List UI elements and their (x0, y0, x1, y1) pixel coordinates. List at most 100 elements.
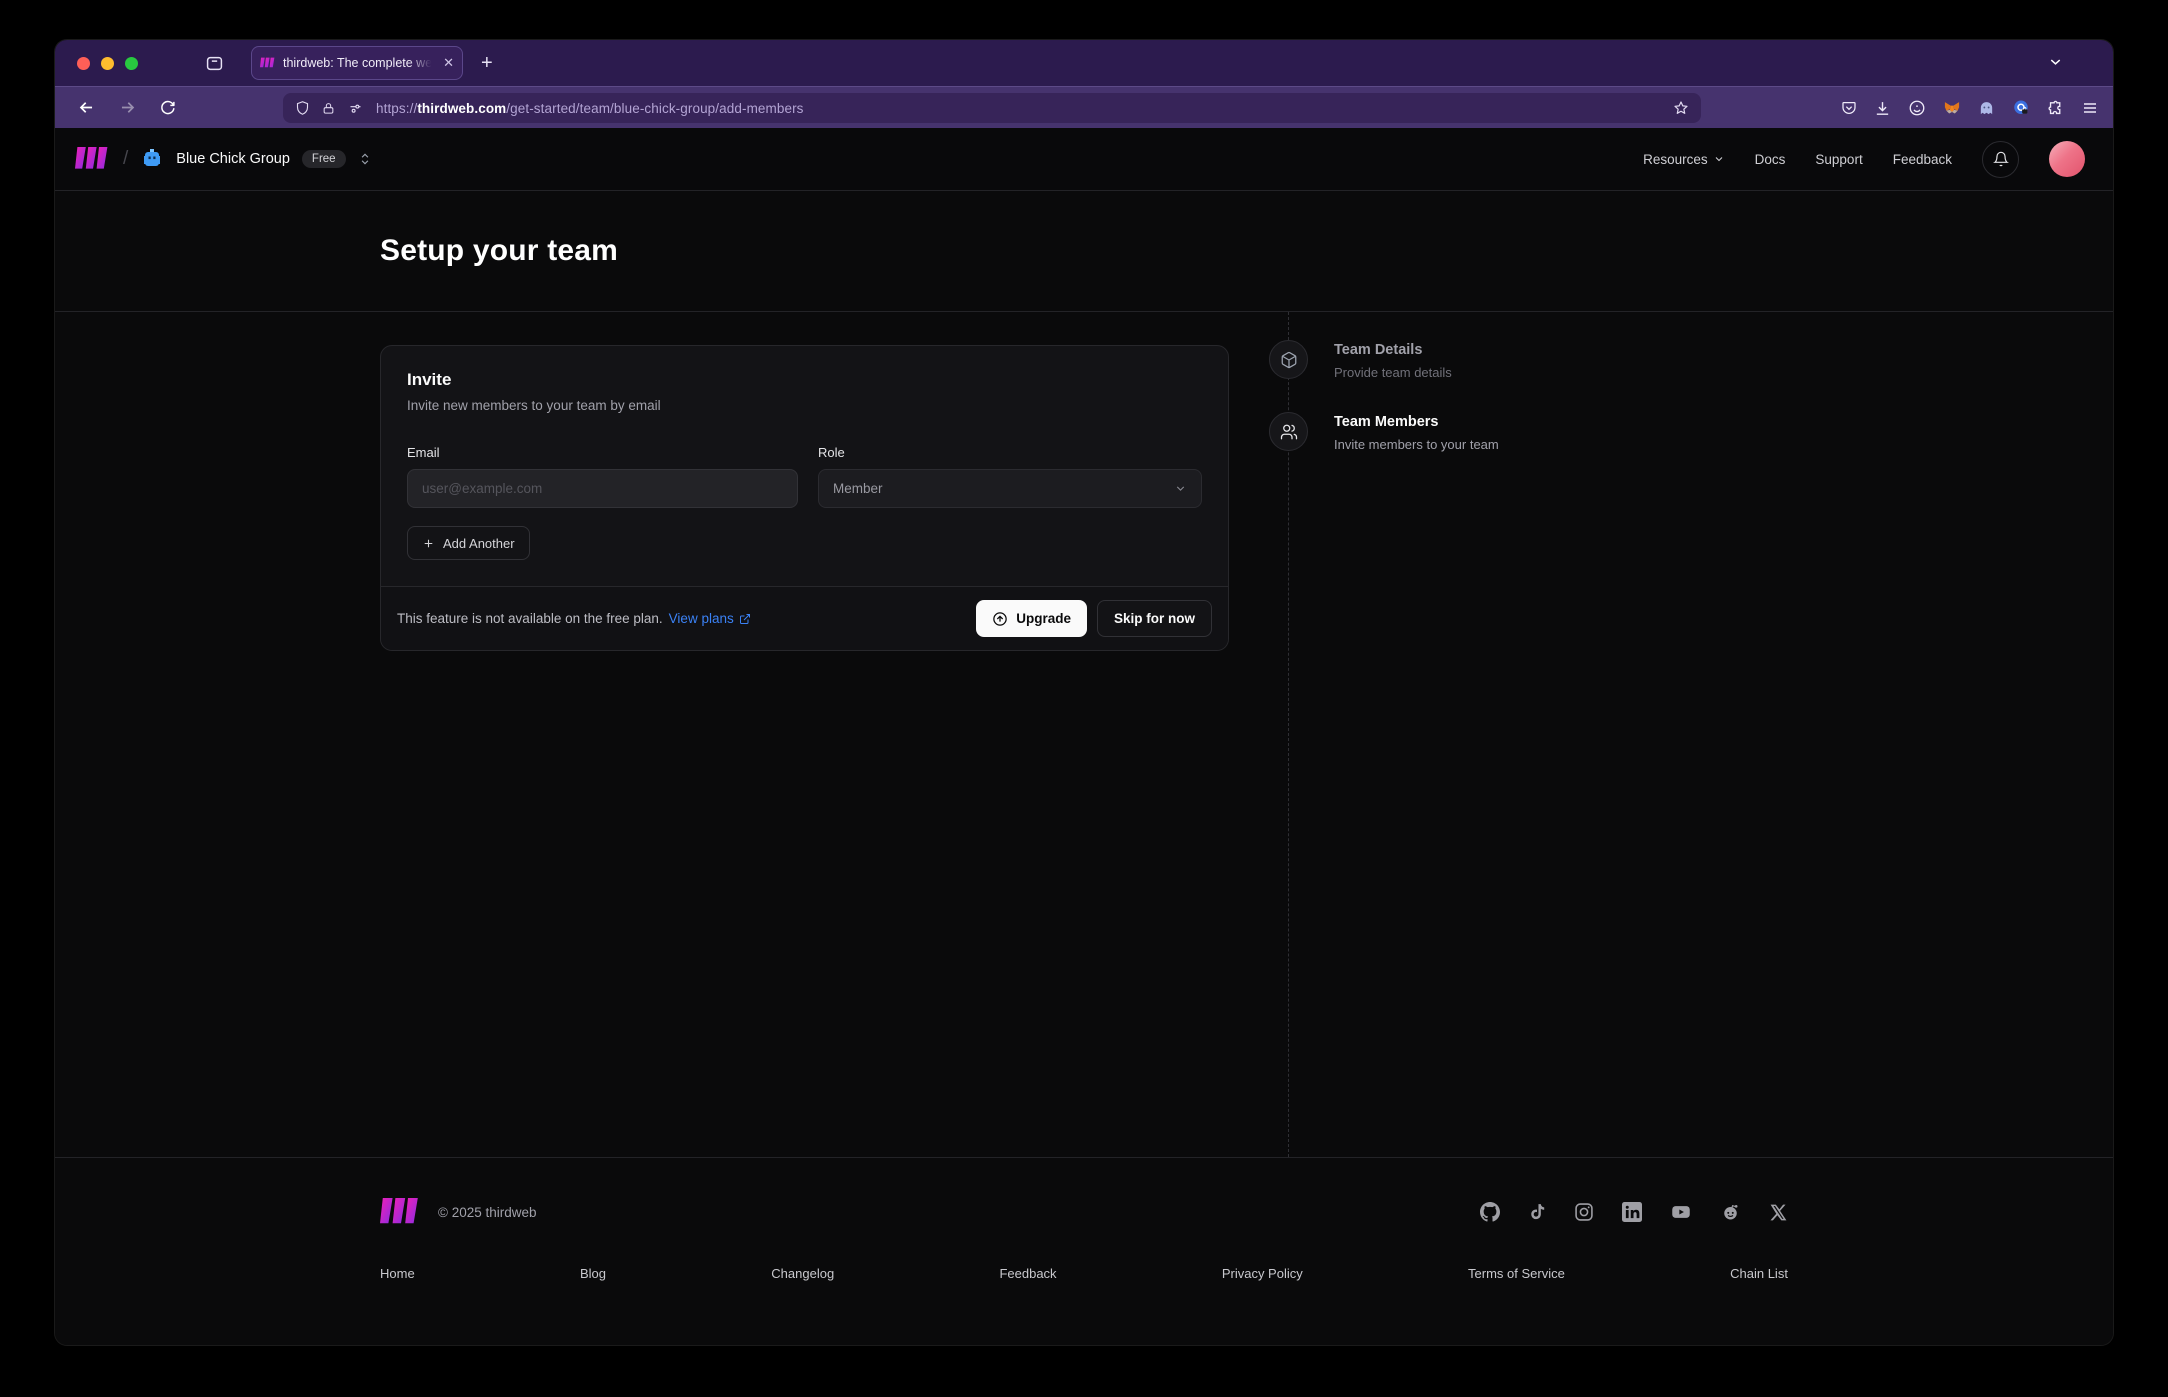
step1-desc: Provide team details (1334, 365, 1452, 380)
permissions-icon[interactable] (347, 101, 364, 116)
nav-docs[interactable]: Docs (1755, 152, 1786, 167)
footer-link-blog[interactable]: Blog (580, 1266, 606, 1281)
footer-link-home[interactable]: Home (380, 1266, 415, 1281)
role-select[interactable]: Member (817, 469, 1202, 508)
thirdweb-logo-icon[interactable] (75, 147, 111, 171)
forward-button[interactable] (118, 98, 137, 117)
invite-card-footer: This feature is not available on the fre… (381, 586, 1228, 650)
user-avatar[interactable] (2049, 141, 2085, 177)
page-title-section: Setup your team (55, 191, 2113, 312)
tiktok-icon[interactable] (1528, 1202, 1546, 1222)
nav-feedback[interactable]: Feedback (1893, 152, 1952, 167)
nav-resources[interactable]: Resources (1643, 152, 1725, 167)
copyright-text: © 2025 thirdweb (438, 1204, 537, 1220)
minimize-window-button[interactable] (101, 56, 114, 70)
thirdweb-favicon-icon (260, 57, 276, 69)
upgrade-label: Upgrade (1016, 611, 1071, 626)
cube-icon (1281, 351, 1296, 368)
site-footer: © 2025 thirdweb Home Blog Changelog Feed… (55, 1158, 2113, 1345)
circle-arrow-up-icon (993, 611, 1008, 626)
metamask-extension-icon[interactable] (1943, 100, 1961, 117)
bell-icon (1992, 151, 2009, 167)
browser-window: thirdweb: The complete web3 d ✕ + (55, 40, 2113, 1345)
chevron-down-icon (1715, 157, 1723, 162)
plan-note: This feature is not available on the fre… (397, 611, 663, 626)
upgrade-button[interactable]: Upgrade (976, 600, 1087, 637)
new-tab-button[interactable]: + (481, 52, 493, 75)
breadcrumb-separator: / (123, 148, 129, 169)
step1-title: Team Details (1334, 342, 1423, 358)
linkedin-icon[interactable] (1622, 1202, 1642, 1222)
browser-toolbar: https://thirdweb.com/get-started/team/bl… (55, 86, 2113, 128)
view-plans-label: View plans (668, 611, 734, 626)
team-avatar (140, 147, 164, 171)
maximize-window-button[interactable] (125, 56, 138, 70)
tab-title: thirdweb: The complete web3 d (283, 56, 437, 70)
wallet-extension-icon[interactable] (2012, 99, 2030, 117)
page-title: Setup your team (380, 234, 619, 267)
url-protocol: https:// (376, 100, 418, 116)
url-bar[interactable]: https://thirdweb.com/get-started/team/bl… (283, 93, 1701, 123)
notifications-button[interactable] (1982, 140, 2019, 178)
menu-hamburger-icon[interactable] (2081, 100, 2099, 116)
footer-link-chain-list[interactable]: Chain List (1730, 1266, 1788, 1281)
reddit-icon[interactable] (1720, 1202, 1741, 1222)
tab-overview-icon[interactable] (206, 55, 223, 72)
app-header: / Blue Chick Group Free Resources Docs S… (55, 128, 2113, 191)
step2-desc: Invite members to your team (1334, 437, 1499, 452)
url-path: /get-started/team/blue-chick-group/add-m… (506, 100, 804, 116)
footer-link-privacy-policy[interactable]: Privacy Policy (1222, 1266, 1303, 1281)
role-label: Role (817, 445, 845, 460)
tab-close-icon[interactable]: ✕ (443, 55, 454, 71)
browser-tab[interactable]: thirdweb: The complete web3 d ✕ (251, 46, 463, 80)
url-domain: thirdweb.com (417, 100, 507, 116)
traffic-lights (77, 56, 138, 70)
role-value: Member (832, 481, 883, 496)
close-window-button[interactable] (77, 56, 90, 70)
team-switcher-chevrons-icon[interactable] (358, 152, 372, 166)
back-button[interactable] (77, 98, 96, 117)
view-plans-link[interactable]: View plans (669, 611, 751, 626)
plan-badge: Free (301, 150, 346, 168)
downloads-icon[interactable] (1874, 100, 1891, 117)
thirdweb-footer-logo-icon[interactable] (380, 1198, 422, 1226)
list-all-tabs-icon[interactable] (2048, 54, 2063, 69)
plus-icon (424, 539, 433, 547)
extensions-puzzle-icon[interactable] (2047, 100, 2064, 117)
step-team-details: Team Details Provide team details (1269, 340, 1452, 380)
skip-for-now-button[interactable]: Skip for now (1097, 600, 1212, 637)
external-link-icon (739, 613, 750, 624)
email-label: Email (407, 445, 440, 460)
nav-resources-label: Resources (1643, 151, 1708, 167)
footer-link-feedback[interactable]: Feedback (999, 1266, 1056, 1281)
pocket-icon[interactable] (1841, 100, 1857, 116)
bookmark-star-icon[interactable] (1673, 100, 1689, 116)
invite-card-subtitle: Invite new members to your team by email (407, 398, 661, 413)
phantom-extension-icon[interactable] (1978, 100, 1995, 117)
invite-card: Invite Invite new members to your team b… (380, 345, 1229, 651)
nav-support[interactable]: Support (1815, 152, 1862, 167)
skip-label: Skip for now (1114, 611, 1195, 626)
footer-links: Home Blog Changelog Feedback Privacy Pol… (380, 1266, 1788, 1281)
youtube-icon[interactable] (1670, 1202, 1692, 1222)
step-team-members: Team Members Invite members to your team (1269, 412, 1499, 452)
main-content: Invite Invite new members to your team b… (55, 312, 2113, 1158)
tab-bar: thirdweb: The complete web3 d ✕ + (55, 40, 2113, 86)
add-another-button[interactable]: Add Another (407, 526, 530, 560)
account-icon[interactable] (1908, 99, 1926, 117)
lock-icon[interactable] (322, 101, 335, 116)
invite-card-title: Invite (407, 370, 452, 389)
footer-link-terms-of-service[interactable]: Terms of Service (1468, 1266, 1565, 1281)
x-twitter-icon[interactable] (1769, 1203, 1788, 1222)
email-field[interactable] (407, 469, 798, 508)
footer-link-changelog[interactable]: Changelog (771, 1266, 834, 1281)
reload-button[interactable] (159, 99, 176, 116)
github-icon[interactable] (1480, 1202, 1500, 1222)
add-another-label: Add Another (443, 535, 515, 551)
tracking-shield-icon[interactable] (295, 100, 310, 116)
users-icon (1280, 424, 1297, 439)
step2-title: Team Members (1334, 414, 1439, 430)
team-name[interactable]: Blue Chick Group (176, 151, 290, 167)
url-text[interactable]: https://thirdweb.com/get-started/team/bl… (376, 101, 1673, 116)
instagram-icon[interactable] (1574, 1202, 1594, 1222)
